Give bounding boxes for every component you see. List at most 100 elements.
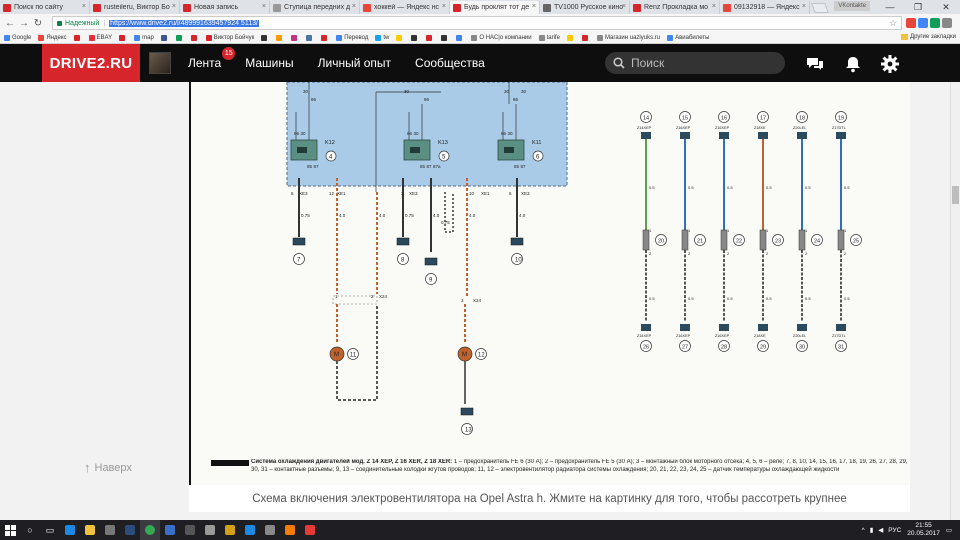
app-icon[interactable] [180, 520, 200, 540]
chrome-icon[interactable] [140, 520, 160, 540]
volume-icon[interactable]: ◀ [878, 526, 883, 534]
browser-tab[interactable]: rusteileru, Виктор Бо × [90, 1, 180, 14]
extension-icon[interactable] [906, 18, 916, 28]
menu-item-experience[interactable]: Личный опыт [318, 56, 391, 70]
bookmark-item[interactable]: tw [375, 34, 389, 41]
app-icon[interactable] [300, 520, 320, 540]
menu-item-feed[interactable]: Лента 15 [188, 47, 236, 70]
app-icon[interactable] [200, 520, 220, 540]
close-tab-icon[interactable]: × [622, 3, 626, 10]
edge-icon[interactable] [60, 520, 80, 540]
bookmark-star-icon[interactable]: ☆ [889, 18, 897, 29]
bookmark-item[interactable] [411, 34, 419, 41]
bookmark-item[interactable] [276, 34, 284, 41]
close-tab-icon[interactable]: × [82, 3, 86, 10]
bookmark-item[interactable] [73, 34, 82, 41]
browser-tab[interactable]: хоккей — Яндекс нс × [360, 1, 450, 14]
browser-tab[interactable]: TV1000 Русское кино × [540, 1, 630, 14]
browser-tab[interactable]: Новая запись × [180, 1, 270, 14]
bookmark-item[interactable]: EBAY [88, 34, 112, 41]
app-icon[interactable] [220, 520, 240, 540]
wiring-diagram-image[interactable]: K12 4 86 30 85 87 K13 5 86 30 85 87 87a K11 6 86 30 85 87 3… [189, 82, 910, 485]
app-icon[interactable] [280, 520, 300, 540]
scroll-thumb[interactable] [952, 186, 959, 204]
other-bookmarks[interactable]: Другие закладки [901, 34, 956, 40]
maximize-button[interactable]: ❐ [904, 0, 932, 14]
language-indicator[interactable]: РУС [888, 527, 901, 534]
bookmark-item[interactable]: Яндекс [38, 34, 67, 41]
browser-tab[interactable]: Поиск по сайту × [0, 1, 90, 14]
bookmark-item[interactable] [321, 34, 329, 41]
browser-tab[interactable]: Ступица передних д × [270, 1, 360, 14]
bookmark-item[interactable]: Виктор Бойчук [205, 34, 254, 41]
store-icon[interactable] [100, 520, 120, 540]
bookmark-item[interactable] [291, 34, 299, 41]
bookmark-item[interactable] [261, 34, 269, 41]
bookmark-item[interactable] [566, 34, 575, 41]
bookmark-item[interactable]: map [134, 34, 154, 41]
bookmark-item[interactable]: tarife [538, 34, 560, 41]
notifications-icon[interactable]: ▭ [946, 526, 952, 534]
back-to-top-link[interactable]: ↑ Наверх [84, 460, 132, 475]
bookmark-item[interactable] [456, 34, 464, 41]
forward-arrow-icon[interactable]: → [18, 18, 30, 29]
app-icon[interactable] [160, 520, 180, 540]
site-logo[interactable]: DRIVE2.RU [42, 44, 140, 82]
bookmark-item[interactable] [426, 34, 434, 41]
bookmark-item[interactable] [306, 34, 314, 41]
messages-icon[interactable] [805, 54, 825, 74]
bookmark-item[interactable] [160, 34, 169, 41]
close-tab-icon[interactable]: × [352, 3, 356, 10]
bell-icon[interactable] [843, 54, 863, 74]
task-view-icon[interactable]: ▭ [40, 520, 60, 540]
gear-icon[interactable] [880, 54, 900, 74]
search-input[interactable] [631, 56, 771, 70]
menu-icon[interactable] [942, 18, 952, 28]
tray-arrow-icon[interactable]: ^ [862, 527, 865, 534]
close-tab-icon[interactable]: × [802, 3, 806, 10]
search-icon[interactable]: ○ [20, 520, 40, 540]
bookmark-item[interactable]: Магазин uazlyuks.ru [596, 34, 660, 41]
avatar[interactable] [149, 52, 171, 74]
windows-start-icon[interactable] [0, 520, 20, 540]
app-icon[interactable] [260, 520, 280, 540]
bookmark-item[interactable] [119, 34, 127, 41]
menu-item-cars[interactable]: Машины [245, 56, 293, 70]
bookmark-item[interactable] [581, 34, 590, 41]
close-tab-icon[interactable]: × [712, 3, 716, 10]
menu-item-communities[interactable]: Сообщества [415, 56, 485, 70]
url-input[interactable]: Надежный | https://www.drive2.ru/l/48999… [52, 16, 902, 30]
photoshop-icon[interactable] [120, 520, 140, 540]
explorer-icon[interactable] [80, 520, 100, 540]
minimize-button[interactable]: — [876, 0, 904, 14]
extension-icon[interactable] [918, 18, 928, 28]
reload-icon[interactable]: ↻ [32, 18, 44, 29]
site-search[interactable] [605, 52, 785, 74]
extension-icon[interactable] [930, 18, 940, 28]
app-icon[interactable] [240, 520, 260, 540]
bookmark-item[interactable] [396, 34, 404, 41]
bookmark-item[interactable] [441, 34, 449, 41]
page-scrollbar[interactable] [950, 82, 960, 520]
close-tab-icon[interactable]: × [442, 3, 446, 10]
browser-tab[interactable]: Renz Прокладка мо × [630, 1, 720, 14]
bookmark-item[interactable]: Авиабилеты [667, 34, 709, 41]
bookmark-item[interactable] [175, 34, 184, 41]
network-icon[interactable]: ▮ [870, 526, 874, 534]
close-tab-icon[interactable]: × [172, 3, 176, 10]
bookmark-item[interactable]: О НАС|о компании [471, 34, 532, 41]
close-tab-icon[interactable]: × [262, 3, 266, 10]
profile-badge[interactable]: VKontakte [834, 1, 870, 11]
new-tab-button[interactable] [811, 3, 829, 13]
url-text[interactable]: https://www.drive2.ru/l/489991639457924 … [109, 19, 259, 27]
bookmark-item[interactable] [190, 34, 199, 41]
close-window-button[interactable]: ✕ [932, 0, 960, 14]
close-tab-icon[interactable]: × [532, 3, 536, 10]
back-arrow-icon[interactable]: ← [4, 18, 16, 29]
secure-indicator[interactable]: Надежный [57, 20, 99, 27]
browser-tab[interactable]: 09132918 — Яндекс × [720, 1, 810, 14]
bookmark-item[interactable]: Перевод [336, 34, 368, 41]
browser-tab[interactable]: Будь проклят тот де × [450, 1, 540, 14]
clock[interactable]: 21:55 20.05.2017 [907, 522, 940, 538]
bookmark-item[interactable]: Google [4, 34, 31, 41]
